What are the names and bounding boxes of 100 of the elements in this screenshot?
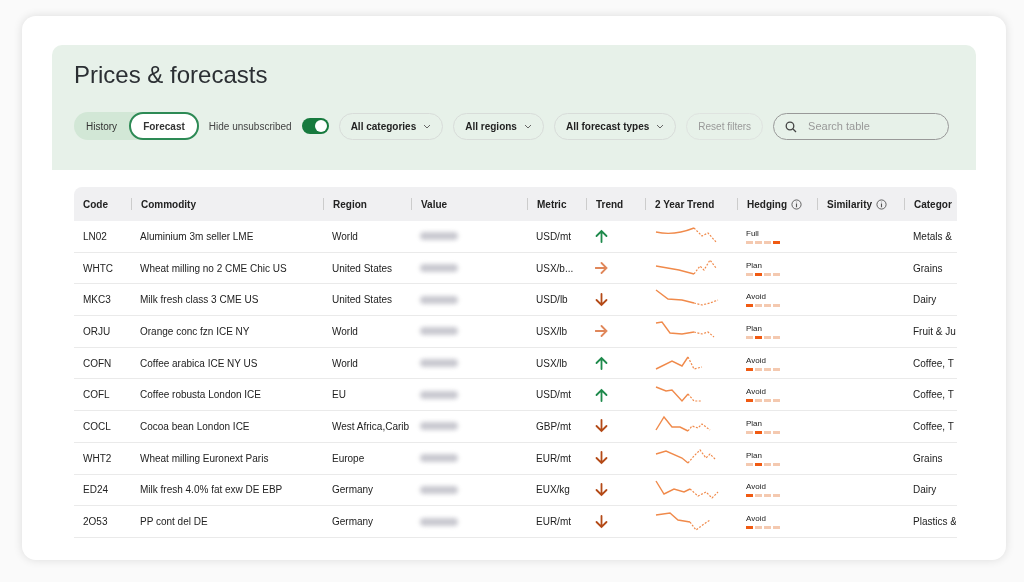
- view-tab[interactable]: Forecast: [129, 112, 199, 140]
- hedging-label: Plan: [746, 418, 763, 428]
- commodity-cell-text: PP cont del DE: [139, 516, 209, 528]
- column-header: Value: [421, 198, 448, 210]
- category-cell-text: Metals &: [912, 230, 953, 242]
- column-header: Region: [333, 198, 367, 210]
- hedging-label: Avoid: [746, 387, 767, 397]
- blurred-value: [420, 264, 458, 273]
- category-cell-text: Plastics &: [912, 516, 956, 528]
- hedging-label: Plan: [746, 260, 763, 270]
- blurred-value: [420, 295, 458, 304]
- hedging-label: Avoid: [746, 292, 767, 302]
- hedging-label: Avoid: [746, 482, 767, 492]
- metric-cell-text: USX/lb: [535, 325, 569, 337]
- category-cell-text: Coffee, T: [912, 389, 955, 401]
- metric-cell-text: USX/b...: [535, 262, 575, 274]
- blurred-value: [420, 485, 458, 494]
- search-field[interactable]: Search table: [773, 112, 950, 140]
- code-cell-text: LN02: [82, 230, 108, 242]
- commodity-cell-text: Aluminium 3m seller LME: [139, 230, 255, 242]
- blurred-value: [420, 422, 458, 431]
- commodity-cell-text: Milk fresh class 3 CME US: [139, 294, 260, 306]
- hedging-label: Plan: [746, 450, 763, 460]
- hedging-meter: [746, 367, 782, 371]
- commodity-cell-text: Wheat milling Euronext Paris: [139, 452, 270, 464]
- blurred-value: [420, 390, 458, 399]
- metric-cell-text: USD/mt: [535, 389, 572, 401]
- blurred-value: [420, 232, 458, 241]
- column-header: Metric: [537, 198, 567, 210]
- column-header: Trend: [596, 198, 624, 210]
- metric-cell-text: USD/mt: [535, 230, 572, 242]
- metric-cell-text: USX/lb: [535, 357, 569, 369]
- hedging-label: Plan: [746, 323, 763, 333]
- commodity-cell-text: Milk fresh 4.0% fat exw DE EBP: [139, 484, 284, 496]
- code-cell-text: WHT2: [82, 452, 113, 464]
- column-header: Commodity: [141, 198, 196, 210]
- hedging-meter: [746, 272, 782, 276]
- code-cell-text: WHTC: [82, 262, 114, 274]
- commodity-cell-text: Wheat milling no 2 CME Chic US: [139, 262, 288, 274]
- category-cell-text: Grains: [912, 452, 944, 464]
- hedging-meter: [746, 526, 782, 530]
- code-cell-text: 2O53: [82, 516, 109, 528]
- commodity-cell-text: Cocoa bean London ICE: [139, 420, 251, 432]
- blurred-value: [420, 454, 458, 463]
- info-icon[interactable]: [791, 198, 802, 210]
- metric-cell-text: EUR/mt: [535, 452, 572, 464]
- caret-icon: [656, 123, 665, 129]
- metric-cell-text: GBP/mt: [535, 420, 572, 432]
- category-cell-text: Dairy: [912, 484, 938, 496]
- code-cell-text: COCL: [82, 420, 112, 432]
- region-cell-text: West Africa,Carib: [331, 420, 411, 432]
- blurred-value: [420, 359, 458, 368]
- toggle-switch[interactable]: [301, 118, 329, 134]
- column-header: Similarity: [827, 198, 888, 210]
- hedging-meter: [746, 430, 782, 434]
- metric-cell-text: EUX/kg: [535, 484, 571, 496]
- blurred-value: [420, 327, 458, 336]
- commodity-cell-text: Coffee arabica ICE NY US: [139, 357, 259, 369]
- hedging-meter: [746, 335, 782, 339]
- column-header: Categor: [914, 198, 952, 210]
- region-cell-text: Europe: [331, 452, 366, 464]
- code-cell-text: COFL: [82, 389, 111, 401]
- hedging-label: Full: [746, 228, 760, 238]
- hedging-label: Avoid: [746, 355, 767, 365]
- view-tab[interactable]: History: [74, 112, 130, 140]
- region-cell-text: World: [331, 357, 359, 369]
- code-cell-text: ED24: [82, 484, 109, 496]
- metric-cell-text: EUR/mt: [535, 516, 572, 528]
- blurred-value: [420, 517, 458, 526]
- code-cell-text: ORJU: [82, 325, 112, 337]
- category-cell-text: Coffee, T: [912, 420, 955, 432]
- hedging-meter: [746, 462, 782, 466]
- toggle-label: Hide unsubscribed: [208, 120, 292, 132]
- hedging-meter: [746, 399, 782, 403]
- region-cell-text: World: [331, 325, 359, 337]
- hedging-meter: [746, 304, 782, 308]
- page-title: Prices & forecasts: [74, 61, 269, 89]
- caret-icon: [423, 123, 432, 129]
- region-cell-text: United States: [331, 294, 394, 306]
- caret-icon: [523, 123, 532, 129]
- category-cell-text: Dairy: [912, 294, 938, 306]
- commodity-cell-text: Coffee robusta London ICE: [139, 389, 262, 401]
- region-cell-text: EU: [331, 389, 347, 401]
- region-cell-text: Germany: [331, 484, 375, 496]
- category-cell-text: Coffee, T: [912, 357, 955, 369]
- metric-cell-text: USD/lb: [535, 294, 569, 306]
- category-cell-text: Grains: [912, 262, 944, 274]
- info-icon[interactable]: [876, 198, 888, 210]
- region-cell-text: United States: [331, 262, 394, 274]
- search-icon: [785, 120, 798, 133]
- column-header: Hedging: [747, 198, 802, 210]
- category-cell-text: Fruit & Ju: [912, 325, 956, 337]
- region-cell-text: World: [331, 230, 359, 242]
- commodity-cell-text: Orange conc fzn ICE NY: [139, 325, 251, 337]
- region-cell-text: Germany: [331, 516, 375, 528]
- code-cell-text: MKC3: [82, 294, 112, 306]
- column-header: 2 Year Trend: [655, 198, 715, 210]
- code-cell-text: COFN: [82, 357, 113, 369]
- filter-dropdown[interactable]: All regions: [453, 112, 544, 140]
- hedging-label: Avoid: [746, 514, 767, 524]
